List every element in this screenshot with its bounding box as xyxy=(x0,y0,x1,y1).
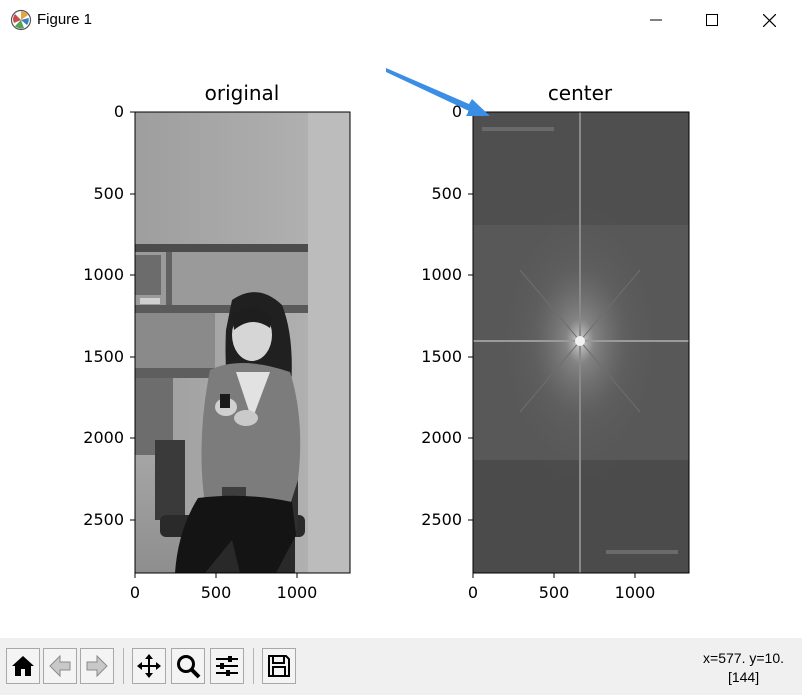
subplot-center: center 0 500 1000 1500 2000 2500 0 500 1… xyxy=(421,81,690,602)
pixel-value: [144] xyxy=(727,669,760,685)
toolbar-separator xyxy=(123,648,124,684)
original-image xyxy=(135,112,350,573)
xtick-0: 0 xyxy=(468,573,478,602)
xtick-label: 0 xyxy=(130,583,140,602)
ytick-label: 1000 xyxy=(83,265,124,284)
ytick-label: 500 xyxy=(431,184,462,203)
ytick-2000: 2000 xyxy=(83,428,135,447)
ytick-1000: 1000 xyxy=(83,265,135,284)
xtick-1000: 1000 xyxy=(277,573,318,602)
xtick-label: 1000 xyxy=(277,583,318,602)
xtick-500: 500 xyxy=(201,573,232,602)
figure-canvas[interactable]: original 0 500 1000 1500 2000 2500 0 500… xyxy=(0,40,802,638)
xtick-1000: 1000 xyxy=(615,573,656,602)
xaxis-original: 0 500 1000 xyxy=(130,573,317,602)
subplot-title-original: original xyxy=(205,81,280,105)
ytick-label: 500 xyxy=(93,184,124,203)
ytick-label: 1000 xyxy=(421,265,462,284)
xtick-label: 0 xyxy=(468,583,478,602)
home-icon xyxy=(12,656,34,676)
forward-arrow-icon xyxy=(86,654,108,678)
spectrum-image xyxy=(473,112,689,573)
forward-button[interactable] xyxy=(80,648,114,684)
subplot-original: original 0 500 1000 1500 2000 2500 0 500… xyxy=(83,81,351,602)
ytick-label: 1500 xyxy=(83,347,124,366)
ytick-500: 500 xyxy=(431,184,473,203)
pan-icon xyxy=(137,654,161,678)
figure-svg: original 0 500 1000 1500 2000 2500 0 500… xyxy=(83,68,690,602)
ytick-1500: 1500 xyxy=(83,347,135,366)
xtick-label: 500 xyxy=(201,583,232,602)
ytick-500: 500 xyxy=(93,184,135,203)
pan-button[interactable] xyxy=(132,648,166,684)
ytick-1500: 1500 xyxy=(421,347,473,366)
close-icon xyxy=(763,13,776,27)
zoom-icon xyxy=(177,655,201,679)
xtick-500: 500 xyxy=(539,573,570,602)
xtick-0: 0 xyxy=(130,573,140,602)
ytick-2500: 2500 xyxy=(83,510,135,529)
ytick-label: 0 xyxy=(114,102,124,121)
ytick-label: 1500 xyxy=(421,347,462,366)
maximize-button[interactable] xyxy=(684,0,739,40)
configure-subplots-button[interactable] xyxy=(210,648,244,684)
toolbar-separator xyxy=(253,648,254,684)
ytick-2500: 2500 xyxy=(421,510,473,529)
annotation-arrow xyxy=(386,68,490,116)
xaxis-center: 0 500 1000 xyxy=(468,573,655,602)
ytick-label: 2000 xyxy=(83,428,124,447)
subplot-title-center: center xyxy=(548,81,613,105)
ytick-0: 0 xyxy=(114,102,135,121)
xtick-label: 1000 xyxy=(615,583,656,602)
cursor-status: x=577. y=10. [144] xyxy=(703,649,784,687)
ytick-label: 2000 xyxy=(421,428,462,447)
save-icon xyxy=(268,655,290,677)
cursor-coordinates: x=577. y=10. xyxy=(703,650,784,666)
maximize-icon xyxy=(705,14,718,26)
window-title: Figure 1 xyxy=(37,11,93,28)
navigation-toolbar: x=577. y=10. [144] xyxy=(0,638,802,695)
close-button[interactable] xyxy=(742,0,797,40)
ytick-label: 2500 xyxy=(83,510,124,529)
matplotlib-logo-icon xyxy=(10,9,32,31)
back-arrow-icon xyxy=(49,654,71,678)
ytick-1000: 1000 xyxy=(421,265,473,284)
yaxis-original: 0 500 1000 1500 2000 2500 xyxy=(83,102,135,529)
ytick-2000: 2000 xyxy=(421,428,473,447)
back-button[interactable] xyxy=(43,648,77,684)
minimize-icon xyxy=(649,19,662,21)
yaxis-center: 0 500 1000 1500 2000 2500 xyxy=(421,102,473,529)
zoom-button[interactable] xyxy=(171,648,205,684)
configure-subplots-icon xyxy=(216,656,238,676)
save-button[interactable] xyxy=(262,648,296,684)
window-titlebar: Figure 1 xyxy=(0,0,802,40)
ytick-label: 2500 xyxy=(421,510,462,529)
minimize-button[interactable] xyxy=(628,0,683,40)
xtick-label: 500 xyxy=(539,583,570,602)
home-button[interactable] xyxy=(6,648,40,684)
